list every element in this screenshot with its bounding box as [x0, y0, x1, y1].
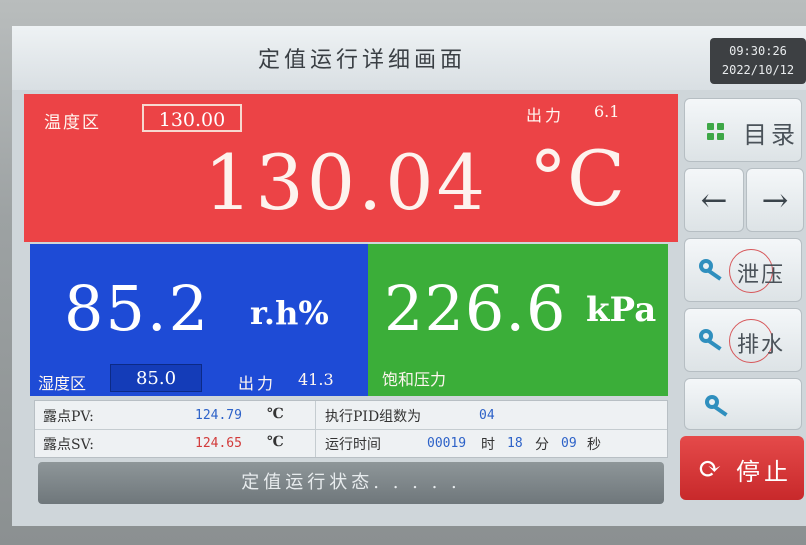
humidity-pv: 85.2: [64, 272, 211, 345]
humidity-panel: 85.2 r.h% 湿度区 85.0 出力 41.3: [30, 244, 368, 396]
humidity-output-value: 41.3: [298, 370, 334, 389]
prev-page-button[interactable]: ←: [684, 168, 744, 232]
pressure-unit: kPa: [586, 290, 657, 330]
run-time-hours: 00019: [427, 436, 467, 451]
next-page-button[interactable]: →: [746, 168, 804, 232]
grid-icon: [707, 123, 725, 141]
temperature-panel: 温度区 130.00 出力 6.1 130.04 °C: [24, 94, 678, 242]
humidity-unit: r.h%: [250, 294, 329, 332]
temperature-unit: °C: [529, 134, 626, 223]
dew-pv-unit: ℃: [267, 406, 284, 422]
temperature-pv: 130.04: [204, 138, 488, 227]
arrow-right-icon: →: [761, 181, 789, 219]
clock-display: 09:30:26 2022/10/12: [710, 38, 806, 84]
menu-button-label: 目录: [743, 121, 799, 149]
temperature-output-label: 出力: [526, 106, 565, 125]
dew-pv-value: 124.79: [195, 408, 242, 423]
temperature-setpoint-input[interactable]: 130.00: [142, 104, 242, 132]
humidity-output-label: 出力: [238, 374, 277, 393]
temperature-zone-label: 温度区: [44, 113, 101, 133]
key-icon: [699, 329, 725, 351]
pid-group-value: 04: [479, 408, 495, 423]
vent-pressure-button[interactable]: 泄压: [684, 238, 802, 302]
row-divider: [35, 429, 667, 430]
pid-group-label: 执行PID组数为: [325, 409, 422, 425]
status-bar: 定值运行状态. . . . .: [38, 462, 664, 504]
dew-sv-unit: ℃: [267, 434, 284, 450]
humidity-setpoint-input[interactable]: 85.0: [110, 364, 202, 392]
run-time-label: 运行时间: [325, 437, 381, 453]
dew-sv-label: 露点SV:: [43, 437, 95, 453]
drain-water-label: 排水: [737, 333, 786, 358]
hmi-screen: 定值运行详细画面 09:30:26 2022/10/12 温度区 130.00 …: [12, 26, 806, 526]
humidity-zone-label: 湿度区: [38, 374, 87, 393]
info-table: 露点PV: 124.79 ℃ 露点SV: 124.65 ℃ 执行PID组数为 0…: [34, 400, 668, 458]
pressure-panel: 226.6 kPa 饱和压力: [368, 244, 668, 396]
menu-button[interactable]: 目录: [684, 98, 802, 162]
drain-water-button[interactable]: 排水: [684, 308, 802, 372]
column-divider: [315, 401, 316, 457]
key-icon: [705, 395, 731, 417]
pressure-pv: 226.6: [384, 272, 567, 345]
page-title: 定值运行详细画面: [257, 48, 466, 73]
dew-pv-label: 露点PV:: [43, 409, 94, 425]
minute-label: 分: [535, 437, 549, 453]
refresh-icon: ⟳: [698, 452, 722, 485]
run-time-minutes: 18: [507, 436, 523, 451]
hour-label: 时: [481, 437, 495, 453]
clock-time: 09:30:26: [729, 44, 787, 58]
title-bar: 定值运行详细画面 09:30:26 2022/10/12: [12, 26, 806, 90]
stop-button-label: 停止: [736, 458, 792, 486]
key-button[interactable]: [684, 378, 802, 430]
dew-sv-value: 124.65: [195, 436, 242, 451]
temperature-output-value: 6.1: [594, 102, 620, 121]
vent-pressure-label: 泄压: [737, 263, 786, 288]
second-label: 秒: [587, 437, 601, 453]
run-time-seconds: 09: [561, 436, 577, 451]
key-icon: [699, 259, 725, 281]
pressure-label: 饱和压力: [382, 370, 447, 389]
stop-button[interactable]: ⟳ 停止: [680, 436, 804, 500]
clock-date: 2022/10/12: [721, 63, 795, 77]
arrow-left-icon: ←: [700, 181, 728, 219]
